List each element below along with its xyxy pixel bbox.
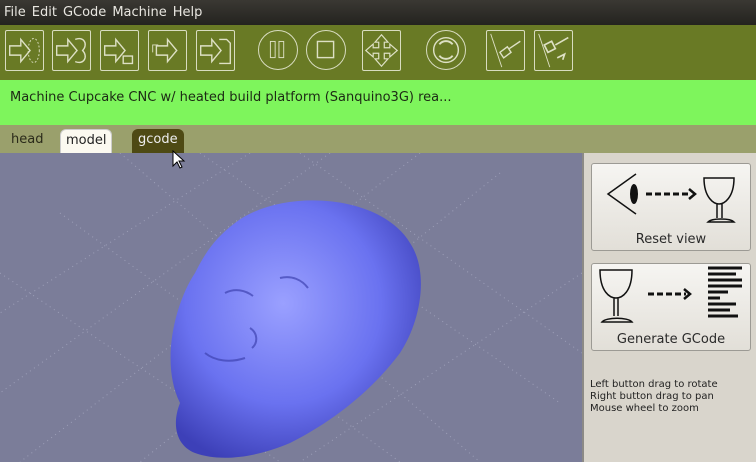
- side-panel: Reset view Generate GCode Left button dr…: [582, 153, 756, 462]
- plug-connect-icon: [538, 33, 569, 68]
- load-file-button[interactable]: [196, 30, 235, 71]
- load-build-button[interactable]: [100, 30, 139, 71]
- arrow-shape-icon: [56, 37, 86, 64]
- head-model: [170, 200, 421, 458]
- arrow-multi-icon: [152, 37, 178, 64]
- menu-file[interactable]: File: [4, 5, 26, 20]
- tab-head[interactable]: head: [6, 129, 48, 153]
- arrow-file-icon: [200, 37, 231, 65]
- pause-icon: [269, 40, 285, 59]
- move-arrows-icon: [364, 33, 399, 68]
- connect-button[interactable]: [534, 30, 573, 71]
- tab-bar: head model gcode: [0, 125, 756, 153]
- stop-icon: [316, 40, 335, 59]
- load-outline-button[interactable]: [5, 30, 44, 71]
- menu-machine[interactable]: Machine: [112, 5, 166, 20]
- plug-disconnect-icon: [490, 33, 521, 68]
- reset-view-label: Reset view: [635, 232, 707, 247]
- menu-gcode[interactable]: GCode: [63, 5, 106, 20]
- generate-gcode-label: Generate GCode: [616, 332, 726, 347]
- help-zoom: Mouse wheel to zoom: [590, 403, 699, 414]
- help-pan: Right button drag to pan: [590, 391, 714, 402]
- glass-to-gcode-icon: [599, 266, 742, 323]
- pause-button[interactable]: [258, 30, 298, 70]
- model-scene: [0, 153, 582, 462]
- refresh-icon: [432, 36, 460, 64]
- stop-button[interactable]: [306, 30, 346, 70]
- load-shape-button[interactable]: [52, 30, 91, 71]
- rotate-button[interactable]: [426, 30, 466, 70]
- jog-button[interactable]: [362, 30, 401, 71]
- arrow-build-icon: [104, 37, 134, 65]
- disconnect-button[interactable]: [486, 30, 525, 71]
- status-bar: Machine Cupcake CNC w/ heated build plat…: [0, 80, 756, 125]
- menu-bar: File Edit GCode Machine Help: [0, 0, 756, 25]
- help-rotate: Left button drag to rotate: [590, 379, 718, 390]
- 3d-viewport[interactable]: [0, 153, 582, 462]
- arrow-outline-icon: [9, 37, 40, 64]
- menu-edit[interactable]: Edit: [32, 5, 57, 20]
- mouse-help-text: Left button drag to rotate Right button …: [590, 379, 718, 415]
- reset-view-button[interactable]: Reset view: [591, 163, 751, 251]
- eye-to-glass-icon: [606, 173, 736, 223]
- mouse-cursor-icon: [172, 150, 186, 169]
- tab-model[interactable]: model: [60, 129, 113, 153]
- toolbar: [0, 25, 756, 80]
- load-multi-button[interactable]: [148, 30, 187, 71]
- menu-help[interactable]: Help: [173, 5, 203, 20]
- generate-gcode-button[interactable]: Generate GCode: [591, 263, 751, 351]
